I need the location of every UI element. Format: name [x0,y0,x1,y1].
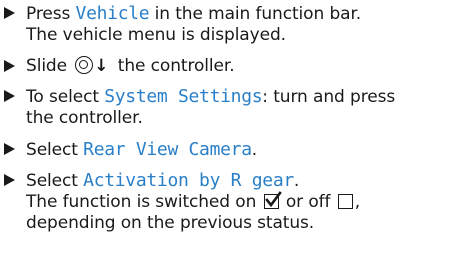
triangle-right-icon [4,142,15,155]
triangle-right-icon [4,59,15,72]
step-text: : turn and press [262,87,396,107]
step-result: , [354,192,361,212]
step-text: Select [26,139,84,160]
step-text: . [293,171,300,191]
checkbox-unchecked-icon [337,194,353,209]
step-5: Select Activation by R gear. The functio… [4,170,452,234]
step-text: Press [26,4,76,24]
checkbox-checked-icon [263,191,282,209]
step-text: the controller. [26,108,143,128]
arrow-down-icon: ↓ [94,55,109,76]
step-text: the controller. [112,55,235,76]
step-text: To select [26,87,105,107]
step-text: in the main function bar. [149,4,362,24]
keyword-rear-view-camera: Rear View Camera [83,138,252,160]
step-result: The vehicle menu is displayed. [26,25,286,45]
step-4: Select Rear View Camera. [4,139,452,161]
step-2: Slide ↓ the controller. [4,55,452,77]
keyword-activation-by-r-gear: Activation by R gear [83,170,294,191]
keyword-vehicle: Vehicle [75,3,150,24]
step-result: The function is switched on [26,192,262,212]
step-result: or off [280,192,336,212]
step-1: Press Vehicle in the main function bar. … [4,3,452,46]
keyword-system-settings: System Settings [104,86,263,107]
step-text: Slide [26,55,73,76]
step-text: . [251,139,258,160]
step-3: To select System Settings: turn and pres… [4,86,452,129]
triangle-right-icon [4,174,15,186]
step-text: Select [26,171,84,191]
step-result: depending on the previous status. [26,213,315,233]
instruction-steps: Press Vehicle in the main function bar. … [4,3,452,244]
controller-icon [75,55,94,74]
triangle-right-icon [4,90,15,102]
triangle-right-icon [4,7,15,19]
